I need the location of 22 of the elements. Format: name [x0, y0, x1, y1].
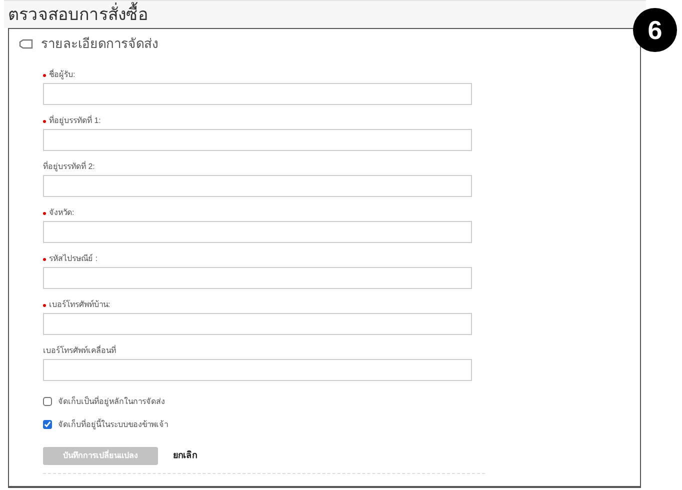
checkbox[interactable] — [43, 397, 52, 406]
input-field[interactable] — [43, 359, 472, 381]
input-field[interactable] — [43, 129, 472, 151]
input-field[interactable] — [43, 313, 472, 335]
checkbox-label: จัดเก็บเป็นที่อยู่หลักในการจัดส่ง — [58, 396, 165, 408]
tag-icon — [19, 39, 33, 49]
field-label: เบอร์โทรศัพท์เคลื่อนที่ — [43, 345, 116, 357]
checkbox[interactable] — [43, 420, 52, 429]
cancel-link[interactable]: ยกเลิก — [173, 449, 197, 463]
field-label: ที่อยู่บรรทัดที่ 2: — [43, 161, 95, 173]
field-label: รหัสไปรษณีย์ : — [49, 253, 98, 265]
checkbox-label: จัดเก็บที่อยู่นี้ในระบบของข้าพเจ้า — [58, 418, 168, 430]
field-label: จังหวัด: — [49, 207, 74, 219]
panel-title: รายละเอียดการจัดส่ง — [41, 35, 158, 54]
field-label: ที่อยู่บรรทัดที่ 1: — [49, 115, 101, 127]
input-field[interactable] — [43, 221, 472, 243]
input-field[interactable] — [43, 175, 472, 197]
input-field[interactable] — [43, 267, 472, 289]
input-field[interactable] — [43, 83, 472, 105]
step-badge: 6 — [633, 8, 677, 52]
field-label: ชื่อผู้รับ: — [49, 69, 76, 81]
field-label: เบอร์โทรศัพท์บ้าน: — [49, 299, 110, 311]
